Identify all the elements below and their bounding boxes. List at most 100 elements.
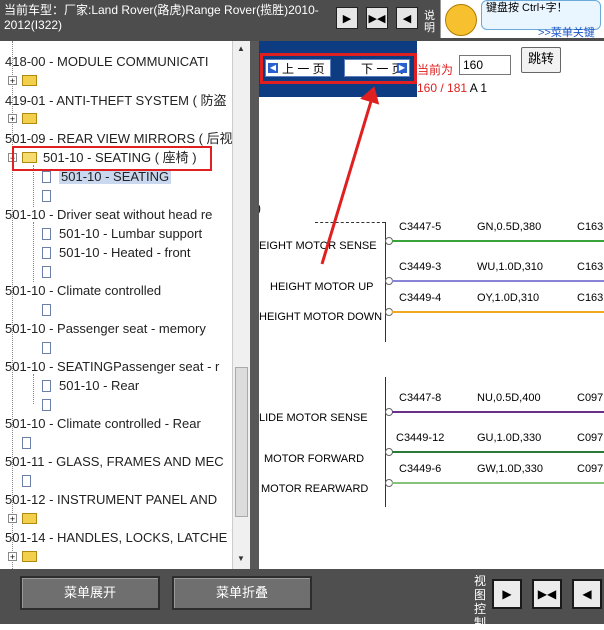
wire-spec: GW,1.0D,330 — [477, 463, 544, 475]
tree-guide — [33, 165, 34, 207]
view-control-label: 视图控制 — [474, 574, 487, 630]
connector-end: C097 — [577, 392, 604, 404]
folder-icon — [22, 551, 37, 562]
wire-gw — [392, 482, 604, 484]
tree-item[interactable]: 501-10 - Climate controlled — [5, 282, 161, 300]
menu-expand-button[interactable]: 菜单展开 — [20, 576, 160, 610]
arrow-right-icon: ▶ — [342, 12, 352, 25]
notice-panel: 键盘按 Ctrl+字！ >>菜单关键 — [440, 0, 604, 40]
wire-spec: GU,1.0D,330 — [477, 432, 542, 444]
connector-line — [385, 377, 386, 507]
expand-icon[interactable]: + — [8, 514, 17, 524]
page-total: 181 — [447, 81, 468, 95]
connector-id: C3449-4 — [399, 292, 442, 304]
connector-end: C163 — [577, 292, 604, 304]
wire-gn — [392, 240, 604, 242]
tree-item[interactable]: 501-10 - Passenger seat - memory — [5, 320, 206, 338]
tree-item[interactable]: 501-10 - Driver seat without head re — [5, 206, 212, 224]
tree-item[interactable]: 501-12 - INSTRUMENT PANEL AND — [5, 491, 217, 509]
page-count: 160 / 181 A 1 — [417, 81, 487, 95]
connector-id: C3447-8 — [399, 392, 442, 404]
arrow-left-icon: ◀ — [582, 587, 592, 601]
tree-item[interactable]: 501-10 - Lumbar support — [59, 225, 202, 243]
tree-item[interactable]: 501-10 - SEATINGPassenger seat - r — [5, 358, 219, 376]
sheet-label: A 1 — [467, 81, 488, 95]
wire-nu — [392, 411, 604, 413]
page-separator: / — [437, 81, 448, 95]
tree-guide — [33, 222, 34, 282]
scroll-down-icon[interactable]: ▼ — [235, 553, 247, 565]
view-split-button[interactable]: ▶◀ — [532, 579, 562, 609]
tree-item[interactable]: 501-10 - Heated - front — [59, 244, 191, 262]
tree-guide — [33, 374, 34, 404]
document-icon — [42, 266, 51, 278]
signal-label: MOTOR REARWARD — [261, 483, 369, 495]
expand-icon[interactable]: + — [8, 552, 17, 562]
split-view-button[interactable]: ▶◀ — [366, 7, 388, 29]
wire-oy — [392, 311, 604, 313]
signal-label: EIGHT MOTOR SENSE — [259, 240, 377, 252]
tree-item[interactable]: 501-14 - HANDLES, LOCKS, LATCHE — [5, 529, 227, 547]
connector-id: C3449-3 — [399, 261, 442, 273]
arrow-right-icon: ▶ — [502, 587, 512, 601]
arrow-left-icon: ◀ — [402, 12, 412, 25]
scrollbar-thumb[interactable] — [235, 367, 248, 517]
document-icon — [22, 475, 31, 487]
jump-button[interactable]: 跳转 — [521, 47, 561, 73]
menu-collapse-button[interactable]: 菜单折叠 — [172, 576, 312, 610]
notice-link[interactable]: >>菜单关键 — [538, 24, 595, 40]
page-number-input[interactable] — [459, 55, 511, 75]
scroll-up-icon[interactable]: ▲ — [235, 43, 247, 55]
page-nav-bar: ◀ 上 一 页 下 一 页 ▶ 当前为 跳转 160 / 181 A 1 — [259, 41, 604, 97]
tree-item[interactable]: 419-01 - ANTI-THEFT SYSTEM ( 防盗 — [5, 92, 227, 110]
bottom-toolbar: 菜单展开 菜单折叠 视图控制 ▶ ▶◀ ◀ — [0, 569, 604, 630]
wire-spec: WU,1.0D,310 — [477, 261, 544, 273]
signal-label: MOTOR FORWARD — [264, 453, 365, 465]
document-icon — [42, 304, 51, 316]
dashed-border — [315, 222, 385, 223]
menu-tree: 418-00 - MODULE COMMUNICATI + 419-01 - A… — [0, 41, 250, 569]
wire-gu — [392, 451, 604, 453]
diagram-paren: ) — [259, 201, 261, 215]
document-icon — [22, 437, 31, 449]
document-icon — [42, 190, 51, 202]
expand-icon[interactable]: + — [8, 114, 17, 124]
signal-label: HEIGHT MOTOR DOWN — [259, 311, 383, 323]
wire-spec: NU,0.5D,400 — [477, 392, 541, 404]
highlight-box — [260, 53, 417, 84]
connector-id: C3449-6 — [399, 463, 442, 475]
document-icon — [42, 380, 51, 392]
document-icon — [42, 399, 51, 411]
folder-icon — [22, 113, 37, 124]
page-jump-box: 当前为 跳转 160 / 181 A 1 — [417, 41, 604, 97]
tree-item[interactable]: 501-11 - GLASS, FRAMES AND MEC — [5, 453, 224, 471]
document-icon — [42, 247, 51, 259]
expand-icon[interactable]: + — [8, 76, 17, 86]
diagram-panel: ◀ 上 一 页 下 一 页 ▶ 当前为 跳转 160 / 181 A 1 ) E… — [259, 41, 604, 569]
folder-icon — [22, 75, 37, 86]
expand-left-button[interactable]: ◀ — [396, 7, 418, 29]
document-icon — [42, 228, 51, 240]
wire-spec: OY,1.0D,310 — [477, 292, 540, 304]
connector-end: C163 — [577, 221, 604, 233]
view-expand-right-button[interactable]: ▶ — [492, 579, 522, 609]
split-icon: ▶◀ — [368, 12, 386, 25]
tree-item[interactable]: 501-10 - Climate controlled - Rear — [5, 415, 201, 433]
top-header: 当前车型：厂家:Land Rover(路虎)Range Rover(揽胜)201… — [0, 0, 604, 41]
highlight-box — [12, 146, 212, 171]
expand-right-button[interactable]: ▶ — [336, 7, 358, 29]
connector-id: C3449-12 — [396, 432, 445, 444]
tree-scrollbar[interactable]: ▲ ▼ — [232, 41, 250, 569]
document-icon — [42, 171, 51, 183]
connector-end: C097 — [577, 432, 604, 444]
vehicle-info: 当前车型：厂家:Land Rover(路虎)Range Rover(揽胜)201… — [4, 3, 319, 32]
document-icon — [42, 342, 51, 354]
connector-end: C097 — [577, 463, 604, 475]
instructions-label: 说明 — [424, 10, 435, 34]
panel-divider[interactable] — [250, 41, 259, 569]
tree-item[interactable]: 501-10 - Rear — [59, 377, 139, 395]
split-icon: ▶◀ — [537, 587, 557, 601]
view-expand-left-button[interactable]: ◀ — [572, 579, 602, 609]
tree-item[interactable]: 418-00 - MODULE COMMUNICATI — [5, 53, 208, 71]
connector-id: C3447-5 — [399, 221, 442, 233]
